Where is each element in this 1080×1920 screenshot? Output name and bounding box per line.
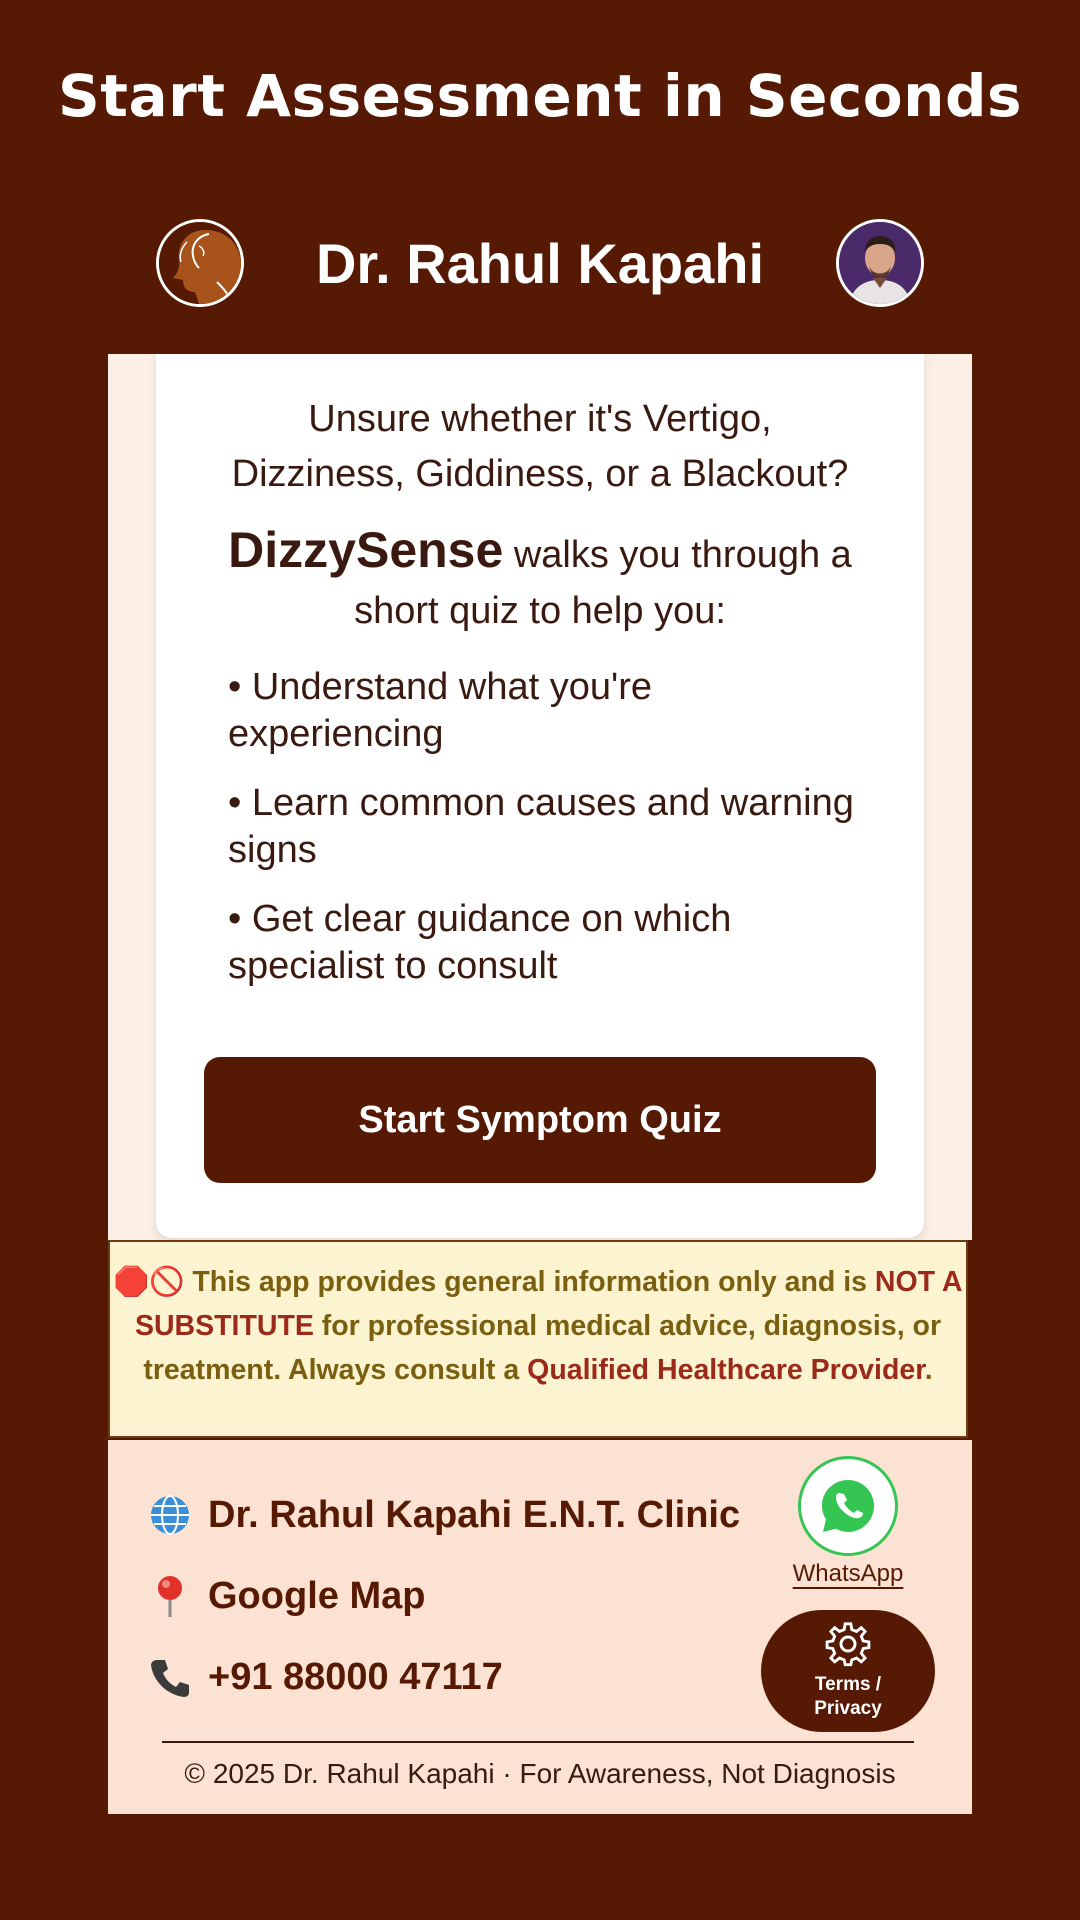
doctor-avatar (836, 219, 924, 307)
terms-privacy-label: Terms / Privacy (814, 1674, 882, 1719)
start-symptom-quiz-button[interactable]: Start Symptom Quiz (204, 1057, 876, 1183)
stop-icon: 🛑🚫 (113, 1266, 185, 1298)
benefit-item: • Understand what you're experiencing (228, 666, 653, 755)
intro-line-1: Unsure whether it's Vertigo, (308, 398, 772, 440)
benefit-item: • Get clear guidance on which specialist… (228, 898, 732, 987)
disclaimer-emphasis-2: Qualified Healthcare Provider (527, 1354, 925, 1386)
medical-disclaimer: 🛑🚫 This app provides general information… (108, 1240, 968, 1438)
footer: Dr. Rahul Kapahi E.N.T. Clinic Google Ma… (108, 1440, 972, 1814)
phone-number: +91 88000 47117 (208, 1655, 503, 1698)
intro-card: Unsure whether it's Vertigo, Dizziness, … (156, 354, 924, 1238)
map-pin-icon (146, 1572, 194, 1620)
gear-icon (825, 1622, 871, 1667)
intro-text: Unsure whether it's Vertigo, Dizziness, … (196, 392, 884, 502)
google-map-label: Google Map (208, 1574, 426, 1617)
globe-icon (146, 1491, 194, 1539)
whatsapp-button[interactable] (798, 1456, 898, 1556)
copyright-text: © 2025 Dr. Rahul Kapahi · For Awareness,… (184, 1758, 896, 1789)
app-header: Dr. Rahul Kapahi (108, 205, 972, 320)
terms-privacy-button[interactable]: Terms / Privacy (761, 1610, 935, 1732)
disclaimer-text-1: This app provides general information on… (184, 1266, 875, 1298)
google-map-link[interactable]: Google Map (146, 1571, 425, 1621)
promo-title: Start Assessment in Seconds (58, 62, 1022, 130)
clinic-link[interactable]: Dr. Rahul Kapahi E.N.T. Clinic (146, 1490, 740, 1540)
clinic-link-label: Dr. Rahul Kapahi E.N.T. Clinic (208, 1493, 741, 1536)
description-text: DizzySense walks you through a short qui… (196, 522, 884, 639)
phone-icon (146, 1653, 194, 1701)
whatsapp-label[interactable]: WhatsApp (788, 1560, 908, 1588)
disclaimer-text-3: . (924, 1354, 933, 1386)
brand-name: DizzySense (228, 522, 504, 578)
intro-line-2: Dizziness, Giddiness, or a Blackout? (231, 453, 849, 495)
benefits-list: • Understand what you're experiencing • … (228, 664, 868, 1012)
phone-link[interactable]: +91 88000 47117 (146, 1652, 503, 1702)
benefit-item: • Learn common causes and warning signs (228, 782, 854, 871)
footer-divider (162, 1741, 914, 1743)
description-line-2: short quiz to help you: (354, 590, 726, 632)
whatsapp-icon (822, 1480, 874, 1532)
description-rest: walks you through a (513, 534, 852, 576)
content-panel: Unsure whether it's Vertigo, Dizziness, … (108, 354, 972, 1240)
